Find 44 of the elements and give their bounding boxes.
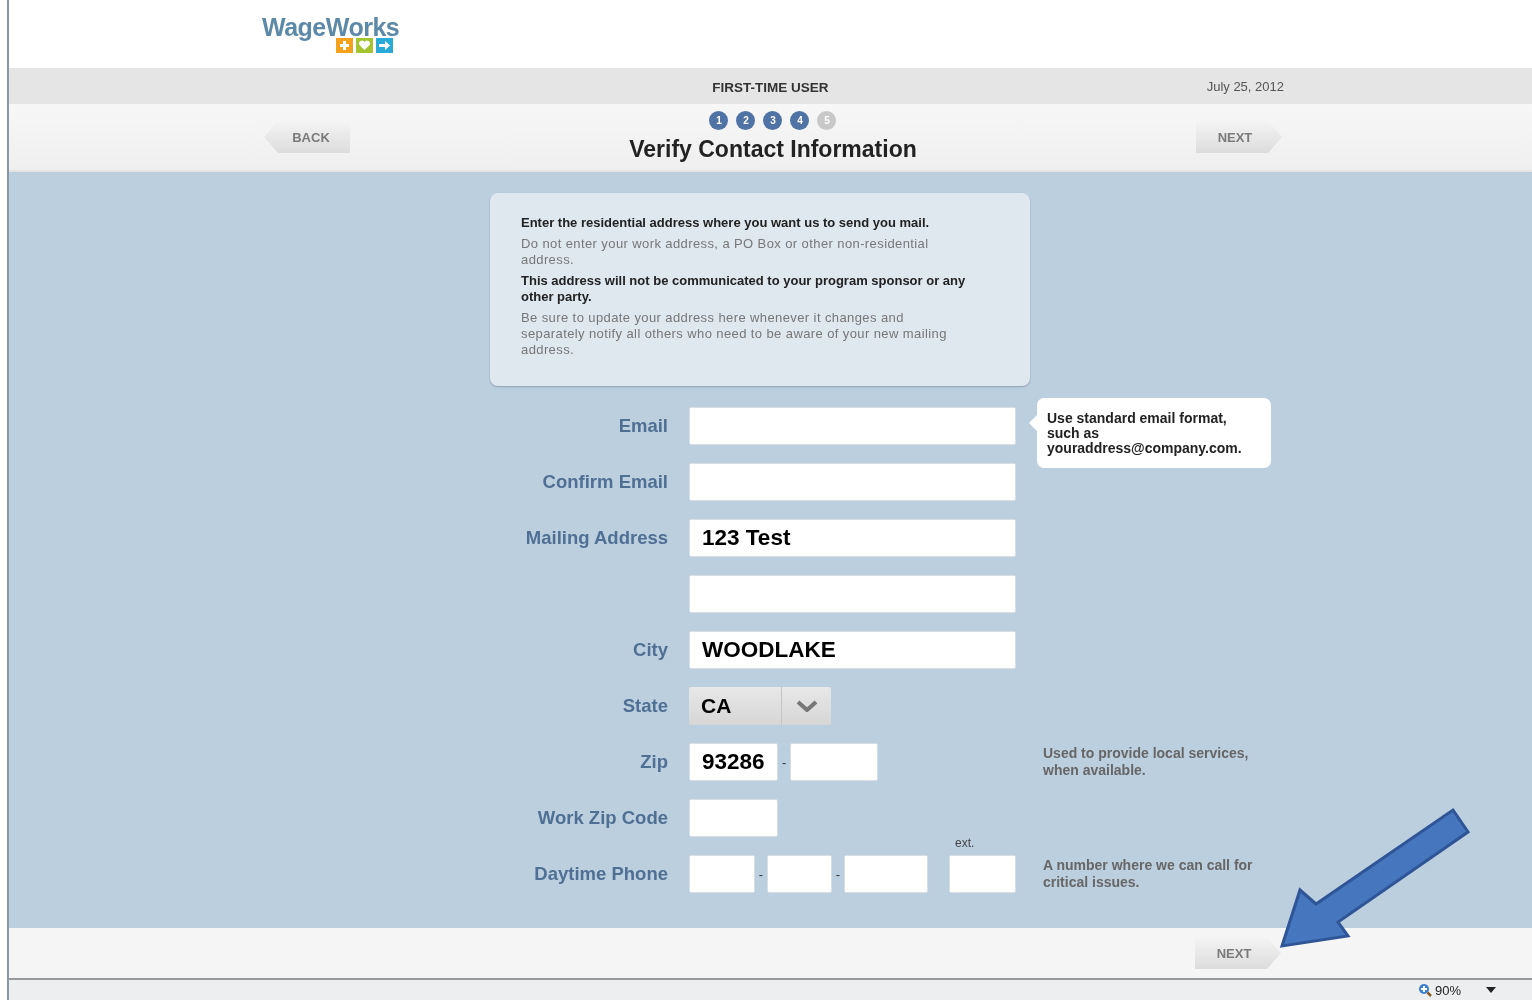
- tooltip: Use standard email format, such as youraddress@company.com.: [1029, 398, 1271, 468]
- date: July 25, 2012: [1206, 78, 1284, 94]
- field-label: State: [622, 695, 668, 717]
- state-dropdown[interactable]: CA: [689, 687, 831, 725]
- input-field[interactable]: WOODLAKE: [689, 631, 1016, 669]
- page-title: Verify Contact Information: [629, 136, 917, 163]
- separator: -: [782, 754, 787, 770]
- separator: -: [758, 866, 763, 882]
- input-field[interactable]: [767, 855, 832, 893]
- input-field[interactable]: [689, 855, 755, 893]
- step-indicator: 2: [736, 111, 756, 130]
- field-label: Confirm Email: [542, 471, 668, 493]
- chevron-icon: [795, 700, 818, 712]
- input-field[interactable]: 93286: [689, 743, 778, 781]
- zoom-level[interactable]: 90%: [1434, 982, 1461, 998]
- field-label: Mailing Address: [525, 527, 668, 549]
- step-indicator: 3: [763, 111, 783, 130]
- notice-text: Be sure to update your address here whenever it changes and separately notify all others who need to be aware of your new mailing address.: [521, 310, 948, 358]
- input-field[interactable]: [689, 463, 1016, 501]
- ext-label: ext.: [955, 836, 975, 850]
- input-field[interactable]: 123 Test: [689, 519, 1016, 557]
- field-hint: A number where we can call for critical issues.: [1043, 857, 1254, 891]
- notice-text: Enter the residential address where you want us to send you mail.: [521, 215, 931, 231]
- next-button[interactable]: NEXT: [1195, 937, 1281, 969]
- notice-text: This address will not be communicated to your program sponsor or any other party.: [521, 273, 967, 305]
- input-field[interactable]: [790, 743, 879, 781]
- zoom-icon: [1417, 983, 1432, 997]
- step-indicator: 4: [790, 111, 810, 130]
- input-field[interactable]: [844, 855, 928, 893]
- page-section-title: FIRST-TIME USER: [712, 79, 829, 95]
- step-indicator: 1: [709, 111, 729, 130]
- field-label: Work Zip Code: [537, 807, 668, 829]
- field-label: Daytime Phone: [534, 863, 668, 885]
- field-label: Zip: [640, 751, 668, 773]
- input-field[interactable]: [949, 855, 1016, 893]
- separator: -: [835, 866, 840, 882]
- input-field[interactable]: [689, 407, 1016, 445]
- field-label: Email: [618, 415, 668, 437]
- dropdown-caret-icon[interactable]: [1486, 987, 1496, 993]
- input-field[interactable]: [689, 575, 1016, 613]
- field-hint: Used to provide local services, when available.: [1043, 745, 1250, 779]
- input-field[interactable]: [689, 799, 778, 837]
- field-label: City: [633, 639, 668, 661]
- notice-text: Do not enter your work address, a PO Box or other non-residential address.: [521, 236, 930, 268]
